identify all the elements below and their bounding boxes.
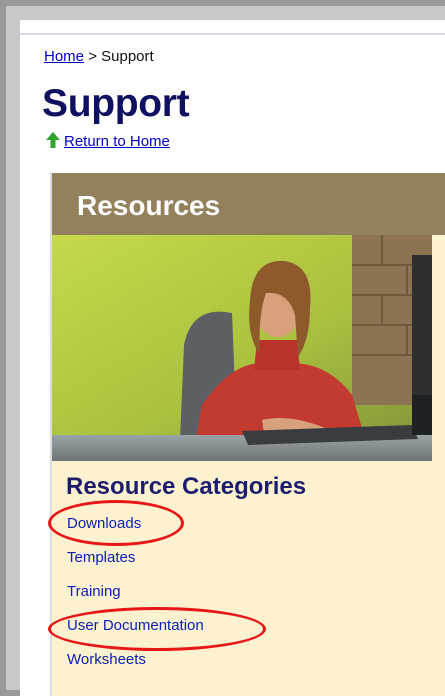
breadcrumb-separator: > <box>88 48 97 65</box>
resources-title: Resources <box>77 190 221 221</box>
woman-at-computer-photo <box>52 235 432 461</box>
return-to-home-link[interactable]: Return to Home <box>64 133 170 150</box>
breadcrumb-current: Support <box>101 48 154 65</box>
category-item-user-documentation: User Documentation <box>67 615 204 649</box>
resources-header: Resources <box>52 173 445 235</box>
downloads-link[interactable]: Downloads <box>67 515 141 532</box>
user-documentation-link[interactable]: User Documentation <box>67 617 204 634</box>
category-item-training: Training <box>67 581 204 615</box>
category-item-templates: Templates <box>67 547 204 581</box>
worksheets-link[interactable]: Worksheets <box>67 651 146 668</box>
category-item-worksheets: Worksheets <box>67 649 204 683</box>
breadcrumb-home-link[interactable]: Home <box>44 48 84 65</box>
resource-categories-list: Downloads Templates Training User Docume… <box>67 513 204 683</box>
return-to-home: Return to Home <box>46 132 170 152</box>
resource-categories-heading: Resource Categories <box>66 473 307 500</box>
window-frame: Home > Support Support Return to Home Re… <box>6 6 445 696</box>
templates-link[interactable]: Templates <box>67 549 135 566</box>
training-link[interactable]: Training <box>67 583 121 600</box>
support-page: Home > Support Support Return to Home Re… <box>20 20 445 696</box>
page-title: Support <box>42 82 190 125</box>
resources-panel: Resources Resource Categories Downloads … <box>50 173 445 696</box>
top-divider <box>20 33 445 35</box>
up-arrow-icon <box>46 132 60 152</box>
breadcrumb: Home > Support <box>44 48 154 65</box>
category-item-downloads: Downloads <box>67 513 204 547</box>
